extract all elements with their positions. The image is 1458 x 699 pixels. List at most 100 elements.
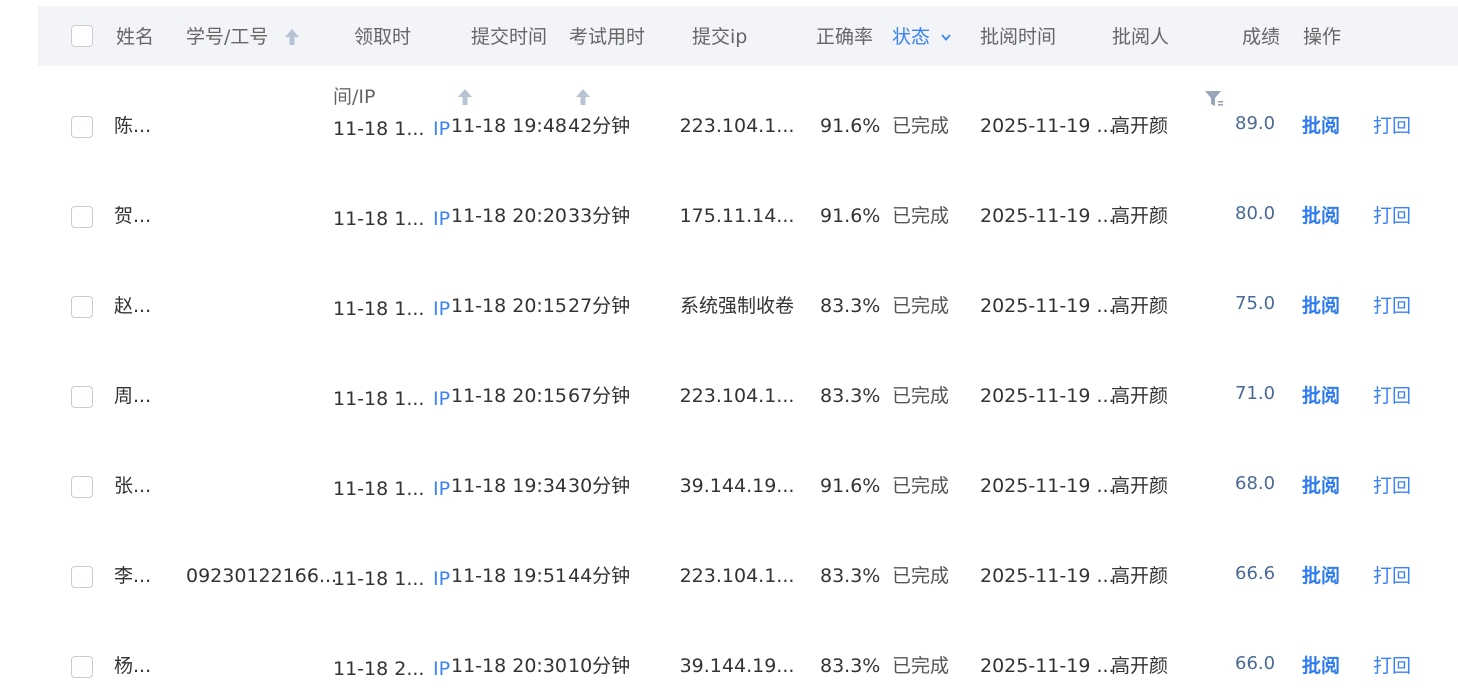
cell-reviewer: 高开颜: [1111, 655, 1169, 677]
cell-submit-time: 11-18 20:20: [451, 205, 568, 227]
ip-link[interactable]: IP: [433, 210, 450, 229]
cell-claim-time: 11-18 1...: [333, 118, 425, 140]
header-submit-time: 提交时间: [471, 26, 548, 48]
cell-submit-ip: 175.11.14...: [679, 205, 795, 227]
ip-link[interactable]: IP: [433, 480, 450, 499]
row-checkbox[interactable]: [71, 656, 93, 678]
review-button[interactable]: 批阅: [1302, 117, 1340, 136]
cell-student-id: 09230122166...: [186, 565, 338, 587]
cell-name: 陈...: [114, 115, 152, 137]
row-checkbox[interactable]: [71, 476, 93, 498]
ip-link[interactable]: IP: [433, 660, 450, 679]
cell-score: 68.0: [1235, 473, 1276, 494]
row-checkbox[interactable]: [71, 116, 93, 138]
return-button[interactable]: 打回: [1373, 657, 1411, 676]
row-checkbox[interactable]: [71, 566, 93, 588]
cell-review-time: 2025-11-19 ...: [980, 205, 1115, 227]
sort-up-icon[interactable]: [575, 88, 591, 106]
cell-reviewer: 高开颜: [1111, 385, 1169, 407]
return-button[interactable]: 打回: [1373, 117, 1411, 136]
cell-submit-time: 11-18 20:30: [451, 655, 568, 677]
cell-status: 已完成: [892, 205, 950, 227]
header-accuracy: 正确率: [816, 26, 874, 48]
cell-status: 已完成: [892, 475, 950, 497]
header-review-time: 批阅时间: [980, 26, 1057, 48]
cell-score: 71.0: [1235, 383, 1276, 404]
cell-name: 贺...: [114, 205, 152, 227]
cell-review-time: 2025-11-19 ...: [980, 295, 1115, 317]
sort-up-icon[interactable]: [284, 28, 300, 46]
cell-submit-time: 11-18 19:48: [451, 115, 568, 137]
header-name: 姓名: [116, 26, 155, 48]
cell-duration: 27分钟: [568, 295, 631, 317]
review-button[interactable]: 批阅: [1302, 297, 1340, 316]
cell-submit-time: 11-18 19:34: [451, 475, 568, 497]
cell-review-time: 2025-11-19 ...: [980, 655, 1115, 677]
cell-claim-time: 11-18 2...: [333, 658, 425, 680]
header-score: 成绩: [1242, 26, 1281, 48]
ip-link[interactable]: IP: [433, 390, 450, 409]
cell-accuracy: 91.6%: [820, 205, 881, 227]
cell-reviewer: 高开颜: [1111, 295, 1169, 317]
cell-reviewer: 高开颜: [1111, 565, 1169, 587]
cell-reviewer: 高开颜: [1111, 475, 1169, 497]
cell-status: 已完成: [892, 385, 950, 407]
cell-reviewer: 高开颜: [1111, 115, 1169, 137]
cell-submit-time: 11-18 19:51: [451, 565, 568, 587]
cell-accuracy: 83.3%: [820, 385, 881, 407]
return-button[interactable]: 打回: [1373, 297, 1411, 316]
ip-link[interactable]: IP: [433, 570, 450, 589]
select-all-checkbox[interactable]: [71, 25, 93, 47]
review-button[interactable]: 批阅: [1302, 567, 1340, 586]
header-exam-duration: 考试用时: [569, 26, 646, 48]
header-reviewer: 批阅人: [1112, 26, 1170, 48]
cell-duration: 42分钟: [568, 115, 631, 137]
cell-accuracy: 83.3%: [820, 655, 881, 677]
cell-review-time: 2025-11-19 ...: [980, 475, 1115, 497]
cell-duration: 67分钟: [568, 385, 631, 407]
cell-submit-ip: 223.104.1...: [679, 385, 795, 407]
cell-claim-time: 11-18 1...: [333, 298, 425, 320]
cell-accuracy: 91.6%: [820, 115, 881, 137]
sort-up-icon[interactable]: [457, 88, 473, 106]
cell-accuracy: 83.3%: [820, 565, 881, 587]
cell-submit-ip: 223.104.1...: [679, 115, 795, 137]
header-claim-time: 领取时: [354, 26, 412, 48]
cell-submit-ip: 39.144.19...: [679, 655, 795, 677]
cell-status: 已完成: [892, 115, 950, 137]
review-button[interactable]: 批阅: [1302, 207, 1340, 226]
review-button[interactable]: 批阅: [1302, 387, 1340, 406]
cell-score: 89.0: [1235, 113, 1276, 134]
review-button[interactable]: 批阅: [1302, 477, 1340, 496]
cell-status: 已完成: [892, 655, 950, 677]
cell-claim-time: 11-18 1...: [333, 568, 425, 590]
cell-review-time: 2025-11-19 ...: [980, 115, 1115, 137]
cell-accuracy: 83.3%: [820, 295, 881, 317]
return-button[interactable]: 打回: [1373, 477, 1411, 496]
cell-claim-time: 11-18 1...: [333, 388, 425, 410]
review-button[interactable]: 批阅: [1302, 657, 1340, 676]
return-button[interactable]: 打回: [1373, 567, 1411, 586]
row-checkbox[interactable]: [71, 386, 93, 408]
cell-name: 赵...: [114, 295, 152, 317]
cell-review-time: 2025-11-19 ...: [980, 385, 1115, 407]
ip-link[interactable]: IP: [433, 120, 450, 139]
filter-icon[interactable]: [1204, 90, 1224, 108]
cell-score: 75.0: [1235, 293, 1276, 314]
cell-name: 杨...: [114, 655, 152, 677]
chevron-down-icon[interactable]: [940, 33, 952, 43]
cell-submit-ip: 系统强制收卷: [679, 295, 795, 317]
cell-status: 已完成: [892, 565, 950, 587]
header-student-id[interactable]: 学号/工号: [186, 28, 268, 47]
cell-duration: 10分钟: [568, 655, 631, 677]
header-status[interactable]: 状态: [892, 28, 930, 47]
row-checkbox[interactable]: [71, 296, 93, 318]
cell-duration: 33分钟: [568, 205, 631, 227]
cell-score: 66.6: [1235, 563, 1276, 584]
cell-duration: 30分钟: [568, 475, 631, 497]
ip-link[interactable]: IP: [433, 300, 450, 319]
row-checkbox[interactable]: [71, 206, 93, 228]
return-button[interactable]: 打回: [1373, 207, 1411, 226]
return-button[interactable]: 打回: [1373, 387, 1411, 406]
cell-submit-time: 11-18 20:15: [451, 295, 568, 317]
